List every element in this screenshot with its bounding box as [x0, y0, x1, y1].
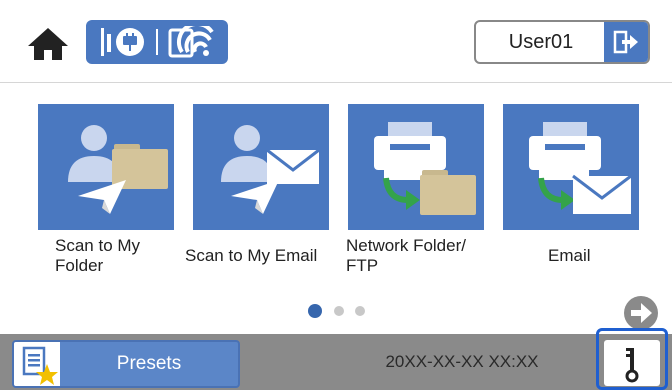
arrow-right-icon [631, 303, 652, 323]
logout-button[interactable] [604, 22, 648, 62]
page-dot-1[interactable] [308, 304, 322, 318]
admin-key-button[interactable] [604, 340, 660, 386]
presets-button[interactable]: Presets [12, 340, 240, 388]
home-icon[interactable] [26, 26, 70, 62]
tile-network-folder-ftp[interactable] [348, 104, 484, 230]
email-icon [529, 122, 632, 214]
page-dot-2[interactable] [334, 306, 344, 316]
tile-scan-to-my-folder[interactable] [38, 104, 174, 230]
scan-to-email-icon [221, 125, 320, 214]
tile-label-email: Email [548, 246, 591, 265]
top-bar: User01 [0, 0, 672, 82]
wifi-icon [168, 26, 214, 58]
bottom-bar: Presets 20XX-XX-XX XX:XX [0, 334, 672, 390]
network-folder-icon [374, 122, 476, 215]
next-page-button[interactable] [624, 296, 658, 330]
user-name[interactable]: User01 [476, 22, 606, 62]
network-status-indicator[interactable] [86, 20, 228, 64]
presets-label: Presets [116, 353, 182, 374]
tile-label-scan-to-my-folder: Scan to My Folder [55, 236, 141, 275]
tile-label-network-folder-ftp: Network Folder/FTP [346, 236, 466, 275]
page-dot-3[interactable] [355, 306, 365, 316]
datetime-display: 20XX-XX-XX XX:XX [385, 352, 539, 371]
tile-label-scan-to-my-email: Scan to My Email [185, 246, 318, 265]
header-divider [0, 82, 672, 83]
key-icon [625, 348, 639, 383]
status-divider [156, 29, 158, 55]
tile-scan-to-my-email[interactable] [193, 104, 329, 230]
presets-icon [22, 346, 58, 385]
user-account-box[interactable]: User01 [474, 20, 650, 64]
logout-icon [613, 30, 638, 54]
ethernet-icon [101, 28, 144, 56]
scan-to-folder-icon [68, 125, 168, 214]
tile-email[interactable] [503, 104, 639, 230]
